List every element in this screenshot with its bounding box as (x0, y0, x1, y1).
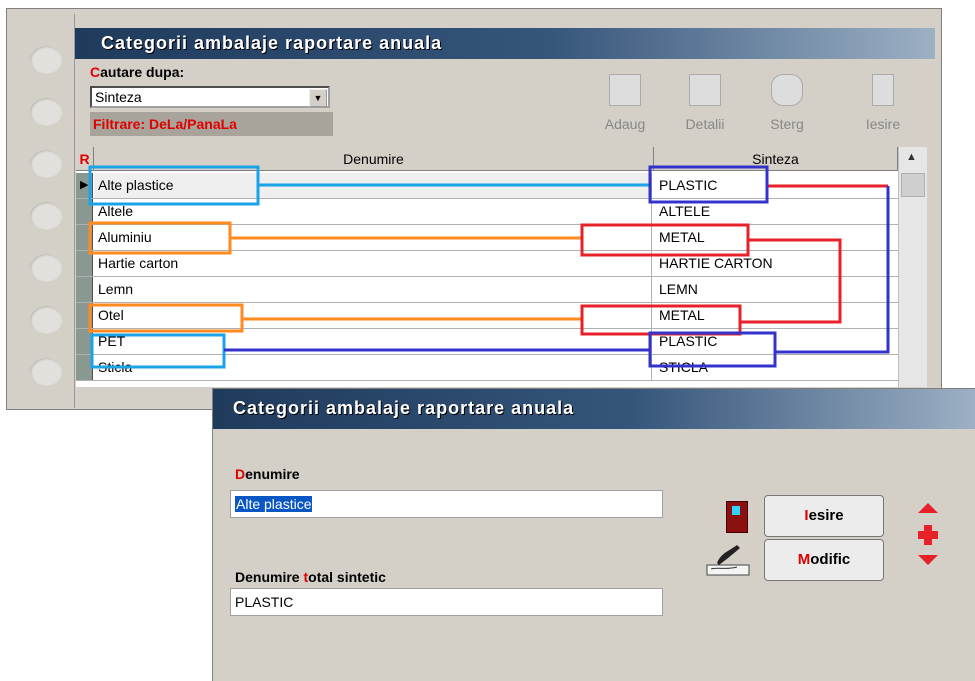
navigation-arrows (918, 503, 938, 565)
table-row[interactable]: Sticla STICLA (76, 355, 898, 381)
cell-denumire[interactable]: Lemn (94, 277, 652, 302)
binder-hole (30, 98, 62, 126)
delete-button[interactable]: Sterg (756, 66, 818, 142)
filter-button[interactable]: Filtrare: DeLa/PanaLa (90, 112, 333, 136)
current-row-icon: ▶ (80, 179, 89, 191)
row-indicator[interactable]: ▶ (76, 173, 93, 198)
binder-hole (30, 254, 62, 282)
search-label: Cautare dupa: (90, 64, 185, 80)
table-row[interactable]: PET PLASTIC (76, 329, 898, 355)
edit-title: Categorii ambalaje raportare anuala (233, 398, 575, 418)
cell-denumire[interactable]: Aluminiu (94, 225, 652, 250)
cell-denumire[interactable]: Sticla (94, 355, 652, 380)
exit-button[interactable]: Iesire (852, 66, 914, 142)
denumire-total-sintetic-label: Denumire total sintetic (235, 569, 386, 585)
column-header-sinteza[interactable]: Sinteza (654, 147, 898, 171)
row-indicator[interactable] (76, 329, 93, 354)
binder-hole (30, 150, 62, 178)
row-indicator[interactable] (76, 277, 93, 302)
cell-denumire[interactable]: Hartie carton (94, 251, 652, 276)
row-indicator[interactable] (76, 355, 93, 380)
table-row[interactable]: Altele ALTELE (76, 199, 898, 225)
search-select-value: Sinteza (95, 89, 142, 105)
cell-sinteza[interactable]: METAL (654, 303, 898, 328)
row-indicator[interactable] (76, 199, 93, 224)
denumire-value: Alte plastice (235, 496, 313, 512)
exit-door-icon (726, 501, 748, 533)
table-row[interactable]: Aluminiu METAL (76, 225, 898, 251)
binder-hole (30, 46, 62, 74)
table-row[interactable]: ▶ Alte plastice PLASTIC (76, 173, 898, 199)
search-select[interactable]: Sinteza ▼ (90, 86, 330, 108)
details-button[interactable]: Detalii (674, 66, 736, 142)
edit-pen-icon (703, 539, 753, 579)
cell-denumire[interactable]: Altele (94, 199, 652, 224)
binder-hole (30, 358, 62, 386)
denumire-total-sintetic-field[interactable]: PLASTIC (230, 588, 663, 616)
next-record-icon[interactable] (918, 555, 938, 565)
denumire-label: Denumire (235, 466, 300, 482)
previous-record-icon[interactable] (918, 503, 938, 513)
cell-sinteza[interactable]: METAL (654, 225, 898, 250)
vertical-scrollbar[interactable]: ▲ (898, 147, 927, 387)
binder-strip (22, 14, 75, 408)
column-header-denumire[interactable]: Denumire (94, 147, 654, 171)
column-header-mark[interactable]: R (76, 147, 94, 171)
details-document-icon (689, 74, 721, 106)
cell-sinteza[interactable]: PLASTIC (654, 173, 898, 198)
exit-door-icon (872, 74, 894, 106)
delete-cylinder-icon (771, 74, 803, 106)
search-panel: Cautare dupa: Sinteza ▼ Filtrare: DeLa/P… (77, 60, 333, 140)
modific-button[interactable]: Modific (764, 539, 884, 581)
denumire-total-sintetic-value: PLASTIC (235, 594, 294, 610)
binder-hole (30, 306, 62, 334)
cell-sinteza[interactable]: LEMN (654, 277, 898, 302)
cell-denumire[interactable]: Alte plastice (94, 173, 652, 198)
add-button[interactable]: Adaug (594, 66, 656, 142)
row-indicator[interactable] (76, 251, 93, 276)
add-document-icon (609, 74, 641, 106)
denumire-field[interactable]: Alte plastice (230, 490, 663, 518)
table-row[interactable]: Hartie carton HARTIE CARTON (76, 251, 898, 277)
list-title-bar: Categorii ambalaje raportare anuala (75, 28, 935, 59)
edit-window: Categorii ambalaje raportare anuala Denu… (212, 388, 975, 681)
chevron-down-icon[interactable]: ▼ (309, 89, 327, 107)
row-indicator[interactable] (76, 303, 93, 328)
cell-sinteza[interactable]: HARTIE CARTON (654, 251, 898, 276)
row-indicator[interactable] (76, 225, 93, 250)
table-row[interactable]: Lemn LEMN (76, 277, 898, 303)
list-title: Categorii ambalaje raportare anuala (101, 33, 443, 53)
cell-denumire[interactable]: Otel (94, 303, 652, 328)
scroll-up-icon[interactable]: ▲ (906, 151, 917, 163)
binder-hole (30, 202, 62, 230)
cell-sinteza[interactable]: ALTELE (654, 199, 898, 224)
cell-sinteza[interactable]: STICLA (654, 355, 898, 380)
data-grid: R Denumire Sinteza ▶ Alte plastice PLAST… (76, 147, 898, 387)
edit-title-bar: Categorii ambalaje raportare anuala (213, 389, 975, 429)
table-row[interactable]: Otel METAL (76, 303, 898, 329)
scroll-thumb[interactable] (901, 173, 925, 197)
cell-sinteza[interactable]: PLASTIC (654, 329, 898, 354)
iesire-button[interactable]: Iesire (764, 495, 884, 537)
cell-denumire[interactable]: PET (94, 329, 652, 354)
